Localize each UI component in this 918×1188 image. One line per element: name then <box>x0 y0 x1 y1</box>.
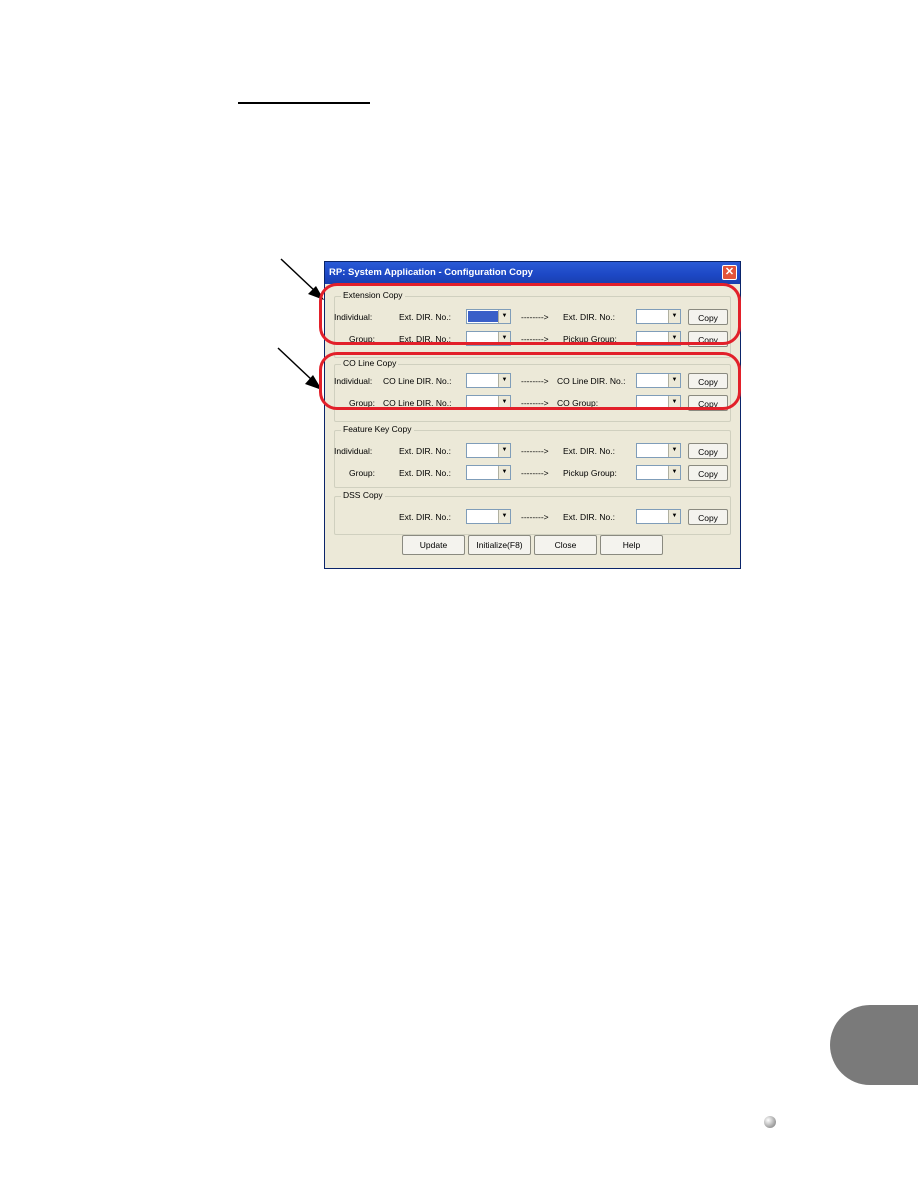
arrow-text: --------> <box>521 468 549 478</box>
help-button[interactable]: Help <box>600 535 663 555</box>
arrow-text: --------> <box>521 446 549 456</box>
target-label: Pickup Group: <box>563 468 617 478</box>
source-label: Ext. DIR. No.: <box>399 468 451 478</box>
chevron-down-icon[interactable]: ▼ <box>668 444 680 457</box>
target-ext-dir-combo[interactable]: ▼ <box>636 509 681 524</box>
copy-button[interactable]: Copy <box>688 509 728 525</box>
chevron-down-icon[interactable]: ▼ <box>668 466 680 479</box>
initialize-button[interactable]: Initialize(F8) <box>468 535 531 555</box>
chevron-down-icon[interactable]: ▼ <box>668 510 680 523</box>
dialog-titlebar[interactable]: RP: System Application - Configuration C… <box>325 262 740 284</box>
target-ext-dir-combo[interactable]: ▼ <box>636 443 681 458</box>
heading-underline <box>238 102 370 104</box>
source-ext-dir-combo[interactable]: ▼ <box>466 443 511 458</box>
arrow-text: --------> <box>521 512 549 522</box>
chevron-down-icon[interactable]: ▼ <box>498 466 510 479</box>
source-label: Ext. DIR. No.: <box>399 512 451 522</box>
row-feature-key-group: Group: Ext. DIR. No.: ▼ --------> Pickup… <box>335 465 730 481</box>
highlight-extension-copy <box>319 283 741 345</box>
group-dss-copy: DSS Copy Ext. DIR. No.: ▼ --------> Ext.… <box>334 490 731 535</box>
page-bullet-icon <box>764 1116 776 1128</box>
copy-button[interactable]: Copy <box>688 465 728 481</box>
dialog-button-bar: Update Initialize(F8) Close Help <box>328 535 737 557</box>
chevron-down-icon[interactable]: ▼ <box>498 444 510 457</box>
copy-button[interactable]: Copy <box>688 443 728 459</box>
chapter-tab-marker <box>830 1005 918 1085</box>
target-label: Ext. DIR. No.: <box>563 512 615 522</box>
group-feature-key-copy: Feature Key Copy Individual: Ext. DIR. N… <box>334 424 731 488</box>
row-label: Individual: <box>334 446 373 456</box>
row-dss: Ext. DIR. No.: ▼ --------> Ext. DIR. No.… <box>335 509 730 525</box>
source-ext-dir-combo[interactable]: ▼ <box>466 465 511 480</box>
row-label: Group: <box>349 468 375 478</box>
source-ext-dir-combo[interactable]: ▼ <box>466 509 511 524</box>
source-label: Ext. DIR. No.: <box>399 446 451 456</box>
update-button[interactable]: Update <box>402 535 465 555</box>
close-button[interactable]: Close <box>534 535 597 555</box>
group-title: Feature Key Copy <box>341 424 414 434</box>
chevron-down-icon[interactable]: ▼ <box>498 510 510 523</box>
close-icon[interactable]: ✕ <box>722 265 737 280</box>
row-feature-key-individual: Individual: Ext. DIR. No.: ▼ --------> E… <box>334 443 730 459</box>
highlight-co-line-copy <box>319 352 741 410</box>
callout-arrow-co-line-copy <box>277 347 322 390</box>
dialog-title: RP: System Application - Configuration C… <box>329 267 533 278</box>
group-title: DSS Copy <box>341 490 385 500</box>
target-pickup-group-combo[interactable]: ▼ <box>636 465 681 480</box>
target-label: Ext. DIR. No.: <box>563 446 615 456</box>
